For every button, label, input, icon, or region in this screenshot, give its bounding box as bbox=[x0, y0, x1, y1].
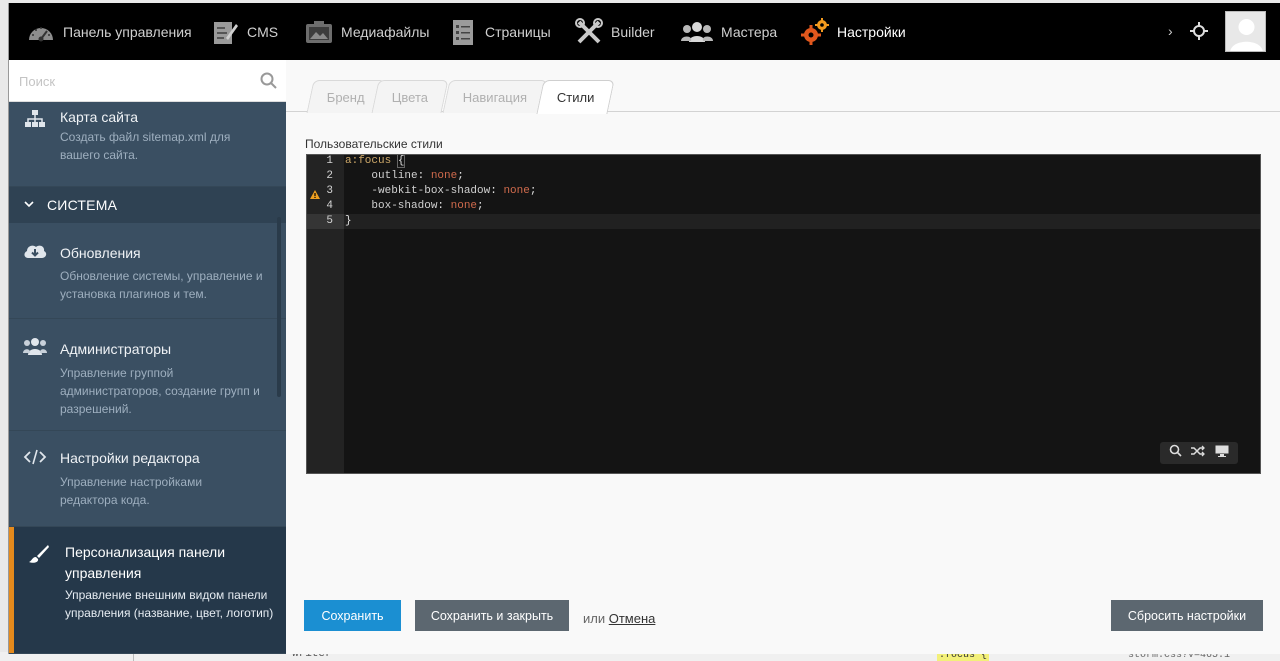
tab-label: Стили bbox=[556, 90, 595, 105]
settings-gears-icon bbox=[801, 17, 829, 46]
cancel-link[interactable]: Отмена bbox=[609, 611, 656, 626]
dashboard-icon bbox=[27, 18, 55, 46]
tab-navigation[interactable]: Навигация bbox=[442, 80, 548, 113]
warning-icon bbox=[310, 186, 320, 204]
css-value: none bbox=[450, 200, 478, 212]
css-brace: } bbox=[345, 215, 352, 227]
nav-item-dashboard[interactable]: Панель управления bbox=[27, 3, 192, 60]
line-number: 1 bbox=[326, 155, 333, 167]
code-line: -webkit-box-shadow: none; bbox=[371, 185, 537, 197]
nav-item-media[interactable]: Медиафайлы bbox=[305, 3, 429, 60]
save-and-close-button[interactable]: Сохранить и закрыть bbox=[415, 600, 569, 631]
media-icon bbox=[305, 18, 333, 46]
pages-icon bbox=[449, 18, 477, 46]
sidebar-item-sitemap[interactable]: Карта сайта Создать файл sitemap.xml для… bbox=[9, 102, 286, 187]
cms-icon bbox=[211, 18, 239, 46]
code-editor[interactable]: 1 2 3 4 5 a:focus { outline: none; -webk… bbox=[306, 154, 1261, 474]
sidebar-item-title: Администраторы bbox=[60, 341, 172, 357]
editor-gutter: 1 2 3 4 5 bbox=[307, 155, 344, 473]
nav-label: CMS bbox=[247, 23, 279, 40]
line-number: 4 bbox=[326, 200, 333, 212]
nav-item-builder[interactable]: Builder bbox=[575, 3, 655, 60]
sidebar-scrollbar[interactable] bbox=[277, 217, 281, 397]
code-line: box-shadow: none; bbox=[371, 200, 484, 212]
backend-window: Панель управления CMS Медиафайлы Страниц… bbox=[8, 3, 1280, 654]
tab-label: Бренд bbox=[326, 89, 365, 105]
tab-colors[interactable]: Цвета bbox=[371, 80, 449, 113]
search-icon[interactable] bbox=[260, 72, 277, 94]
tab-label: Цвета bbox=[391, 89, 429, 105]
css-value: none bbox=[503, 185, 530, 197]
nav-label: Builder bbox=[611, 23, 655, 40]
sidebar-item-desc: Управление внешним видом панели управлен… bbox=[65, 588, 274, 620]
or-cancel-text: или Отмена bbox=[583, 611, 655, 626]
nav-label: Медиафайлы bbox=[341, 23, 430, 40]
save-button[interactable]: Сохранить bbox=[304, 600, 401, 631]
sidebar-item-desc: Обновление системы, управление и установ… bbox=[60, 269, 263, 301]
active-accent-bar bbox=[9, 527, 14, 653]
sidebar-item-title: Карта сайта bbox=[60, 109, 138, 125]
sidebar-item-administrators[interactable]: Администраторы Управление группой админи… bbox=[9, 319, 286, 431]
tab-styles[interactable]: Стили bbox=[536, 80, 616, 114]
reset-settings-button[interactable]: Сбросить настройки bbox=[1111, 600, 1263, 631]
code-line: outline: none; bbox=[371, 170, 464, 182]
search-icon[interactable] bbox=[1169, 444, 1182, 462]
line-number: 2 bbox=[326, 170, 333, 182]
nav-item-pages[interactable]: Страницы bbox=[449, 3, 551, 60]
code-icon bbox=[23, 447, 47, 467]
builder-icon bbox=[575, 17, 603, 46]
sidebar-item-personalization[interactable]: Персонализация панели управления Управле… bbox=[9, 527, 286, 654]
user-avatar[interactable] bbox=[1225, 11, 1266, 52]
sidebar-item-title: Настройки редактора bbox=[60, 450, 200, 466]
nav-label: Страницы bbox=[485, 23, 551, 40]
nav-label: Мастера bbox=[721, 23, 778, 40]
tab-bar: Бренд Цвета Навигация Стили bbox=[286, 60, 1280, 114]
nav-item-cms[interactable]: CMS bbox=[211, 3, 278, 60]
sidebar-item-desc: Создать файл sitemap.xml для вашего сайт… bbox=[60, 130, 231, 162]
preview-site-icon[interactable] bbox=[1189, 21, 1209, 41]
editor-toolbar bbox=[1160, 442, 1238, 464]
active-line-highlight bbox=[344, 214, 1260, 229]
sidebar-item-title: Обновления bbox=[60, 245, 141, 261]
sidebar-item-editor-settings[interactable]: Настройки редактора Управление настройка… bbox=[9, 431, 286, 527]
cloud-download-icon bbox=[23, 241, 47, 261]
users-icon bbox=[681, 18, 713, 46]
nav-label: Настройки bbox=[837, 23, 906, 40]
tab-label: Навигация bbox=[462, 89, 528, 105]
section-title: СИСТЕМА bbox=[47, 197, 118, 213]
css-brace: { bbox=[396, 155, 406, 168]
shuffle-icon[interactable] bbox=[1191, 444, 1206, 462]
sidebar-item-desc: Управление группой администраторов, созд… bbox=[60, 366, 260, 416]
custom-styles-label: Пользовательские стили bbox=[305, 137, 443, 151]
sitemap-icon bbox=[23, 109, 47, 129]
css-property: -webkit-box-shadow bbox=[371, 185, 491, 197]
brush-icon bbox=[27, 544, 51, 564]
code-line: } bbox=[345, 215, 352, 227]
css-selector: a:focus bbox=[345, 155, 392, 167]
nav-item-masters[interactable]: Мастера bbox=[681, 3, 777, 60]
sidebar-search bbox=[9, 60, 286, 102]
search-input[interactable] bbox=[19, 70, 249, 92]
chevron-down-icon bbox=[23, 197, 35, 213]
top-navigation: Панель управления CMS Медиафайлы Страниц… bbox=[9, 3, 1280, 60]
css-value: none bbox=[430, 170, 458, 182]
or-label: или bbox=[583, 611, 606, 626]
nav-item-settings[interactable]: Настройки bbox=[801, 3, 906, 60]
users-icon bbox=[23, 336, 47, 356]
sidebar-section-system[interactable]: СИСТЕМА bbox=[9, 187, 286, 223]
line-number: 3 bbox=[326, 185, 333, 197]
display-icon[interactable] bbox=[1215, 444, 1229, 462]
line-number: 5 bbox=[326, 215, 333, 227]
main-content: Бренд Цвета Навигация Стили Пользователь… bbox=[286, 60, 1280, 654]
sidebar-item-updates[interactable]: Обновления Обновление системы, управлени… bbox=[9, 223, 286, 319]
sidebar-item-title: Персонализация панели управления bbox=[65, 544, 226, 581]
code-line: a:focus { bbox=[345, 155, 406, 168]
sidebar-item-desc: Управление настройками редактора кода. bbox=[60, 475, 203, 507]
nav-more-chevron[interactable]: › bbox=[1168, 23, 1173, 39]
css-property: box-shadow bbox=[371, 200, 438, 212]
css-property: outline bbox=[371, 170, 418, 182]
nav-label: Панель управления bbox=[63, 23, 192, 40]
sidebar: Карта сайта Создать файл sitemap.xml для… bbox=[9, 60, 286, 654]
